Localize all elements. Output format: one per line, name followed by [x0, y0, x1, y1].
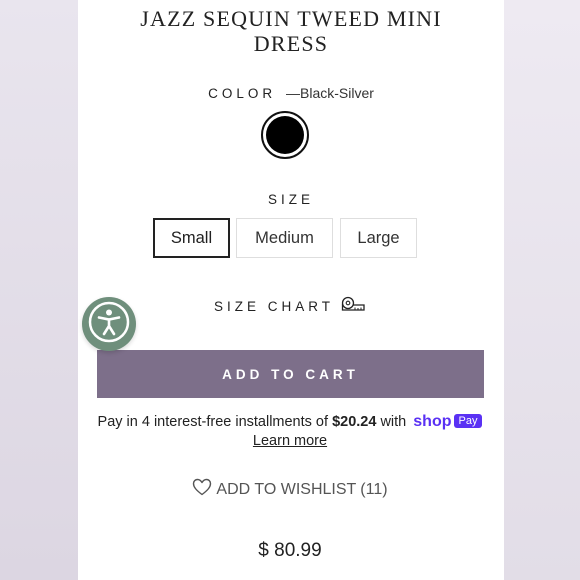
learn-more-link[interactable]: Learn more: [0, 433, 580, 449]
product-title: JAZZ SEQUIN TWEED MINI DRESS: [78, 6, 504, 56]
heart-icon: [192, 478, 216, 501]
installments-amount: $20.24: [332, 414, 377, 430]
measuring-tape-icon: [334, 296, 366, 317]
shop-pay-logo: shop: [413, 413, 452, 430]
product-title-line-2: DRESS: [253, 31, 329, 56]
add-to-cart-button[interactable]: ADD TO CART: [97, 350, 484, 398]
accessibility-button[interactable]: [82, 297, 136, 351]
color-row: COLOR —Black-Silver: [78, 85, 504, 101]
add-to-wishlist-button[interactable]: ADD TO WISHLIST (11): [0, 478, 580, 501]
product-price: $ 80.99: [258, 540, 322, 561]
product-title-line-1: JAZZ SEQUIN TWEED MINI: [140, 6, 442, 31]
accessibility-icon: [87, 300, 131, 349]
size-option-large[interactable]: Large: [340, 218, 417, 258]
installments-message: Pay in 4 interest-free installments of $…: [0, 413, 580, 431]
wishlist-label: ADD TO WISHLIST: [216, 480, 357, 498]
size-chart-link[interactable]: SIZE CHART: [214, 296, 366, 317]
wishlist-count: (11): [360, 480, 388, 498]
color-value: —Black-Silver: [286, 85, 374, 101]
size-option-medium[interactable]: Medium: [236, 218, 333, 258]
color-label: COLOR: [208, 86, 277, 101]
size-chart-label: SIZE CHART: [214, 299, 335, 314]
size-label: SIZE: [267, 192, 314, 207]
installments-suffix: with: [380, 414, 407, 430]
size-option-small[interactable]: Small: [153, 218, 230, 258]
installments-prefix: Pay in 4 interest-free installments of: [97, 414, 329, 430]
shop-pay-badge: Pay: [453, 414, 483, 428]
color-swatch-black-silver[interactable]: [261, 111, 309, 159]
swatch-fill: [266, 116, 304, 154]
